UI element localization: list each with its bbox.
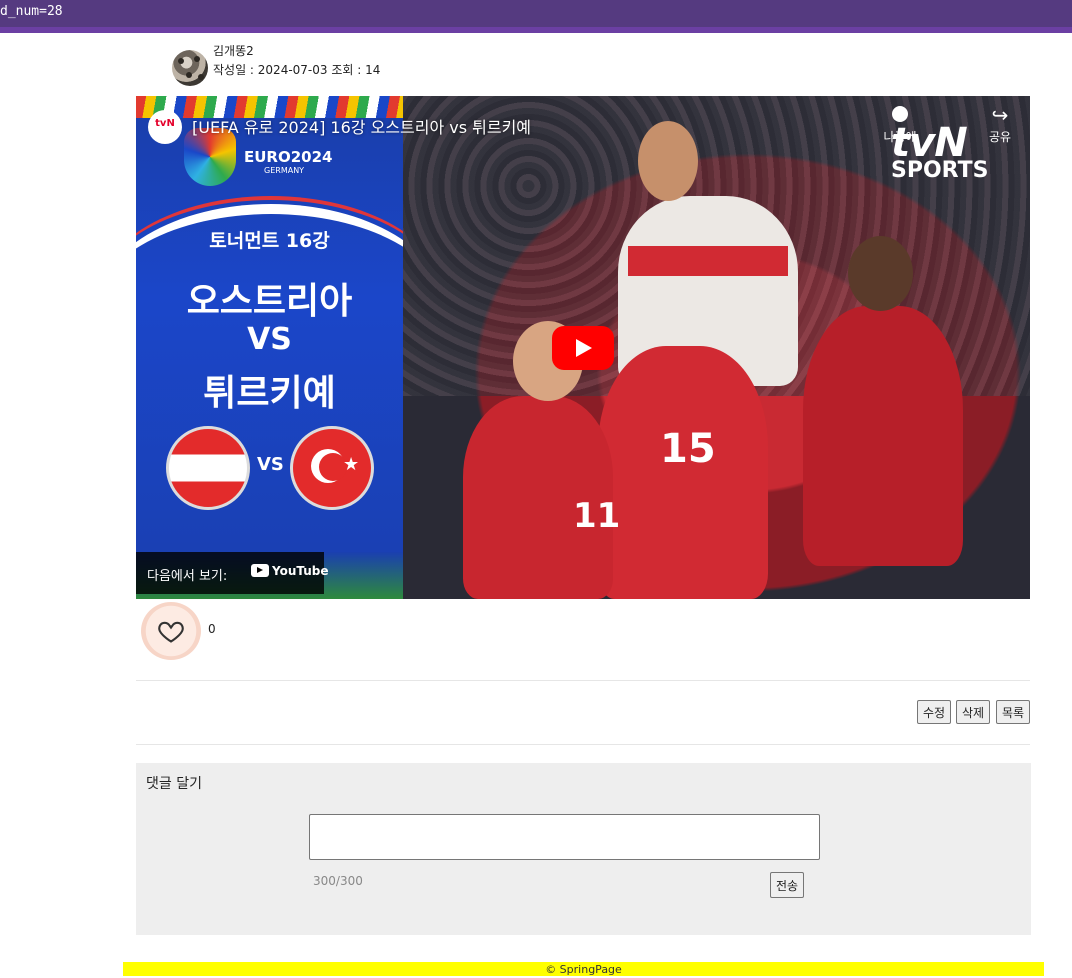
share-icon: ↪ bbox=[991, 103, 1009, 127]
austria-flag-icon bbox=[166, 426, 250, 510]
url-fragment: d_num=28 bbox=[0, 4, 63, 19]
jersey-number: 11 bbox=[573, 496, 621, 536]
comment-textarea[interactable] bbox=[309, 814, 820, 860]
send-button[interactable]: 전송 bbox=[770, 872, 805, 898]
divider bbox=[136, 680, 1030, 681]
video-title[interactable]: [UEFA 유로 2024] 16강 오스트리아 vs 튀르키예 bbox=[192, 114, 531, 138]
channel-avatar[interactable]: tvN bbox=[148, 110, 182, 144]
topbar-border bbox=[0, 27, 1072, 33]
youtube-embed[interactable]: EURO2024 GERMANY 토너먼트 16강 오스트리아 VS 튀르키예 … bbox=[136, 96, 1030, 599]
euro-logo-text: EURO2024 bbox=[244, 148, 333, 166]
play-icon bbox=[576, 339, 592, 357]
flag-vs: VS bbox=[257, 454, 284, 475]
watch-later-label: 나중에 bbox=[883, 130, 917, 144]
like-count: 0 bbox=[208, 622, 216, 636]
youtube-icon bbox=[251, 564, 269, 577]
heart-icon bbox=[158, 621, 184, 643]
post-meta: 작성일 : 2024-07-03 조회 : 14 bbox=[213, 63, 381, 77]
thumb-team1: 오스트리아 bbox=[186, 281, 353, 322]
euro-logo-sub: GERMANY bbox=[264, 166, 305, 175]
thumb-round: 토너먼트 16강 bbox=[209, 230, 330, 252]
watch-on-label: 다음에서 보기: bbox=[147, 569, 228, 584]
comment-title: 댓글 달기 bbox=[146, 776, 202, 792]
footer: © SpringPage bbox=[123, 962, 1044, 976]
char-counter: 300/300 bbox=[313, 874, 363, 888]
share-button[interactable]: ↪ 공유 bbox=[976, 103, 1024, 145]
edit-button[interactable]: 수정 bbox=[917, 700, 952, 724]
youtube-wordmark: YouTube bbox=[272, 564, 329, 578]
tvn-sports-logo: SPORTS bbox=[891, 158, 989, 183]
channel-badge: tvN bbox=[155, 118, 175, 129]
watch-later-button[interactable]: 나중에 bbox=[876, 106, 924, 145]
clock-icon bbox=[892, 106, 908, 122]
like-button[interactable] bbox=[141, 602, 201, 660]
divider bbox=[136, 744, 1030, 745]
play-button[interactable] bbox=[552, 326, 614, 370]
author-name: 김개똥2 bbox=[213, 44, 254, 58]
turkey-flag-icon: ★ bbox=[290, 426, 374, 510]
list-button[interactable]: 목록 bbox=[996, 700, 1031, 724]
watch-on-youtube[interactable]: 다음에서 보기: YouTube bbox=[136, 552, 329, 594]
avatar bbox=[172, 50, 208, 86]
thumbnail-left-panel: EURO2024 GERMANY 토너먼트 16강 오스트리아 VS 튀르키예 … bbox=[136, 96, 446, 599]
comment-section: 댓글 달기 300/300 전송 bbox=[136, 763, 1031, 935]
jersey-number: 15 bbox=[660, 426, 716, 472]
thumb-vs: VS bbox=[247, 322, 292, 357]
delete-button[interactable]: 삭제 bbox=[956, 700, 991, 724]
browser-topbar: d_num=28 bbox=[0, 0, 1072, 27]
share-label: 공유 bbox=[988, 130, 1012, 144]
thumb-team2: 튀르키예 bbox=[203, 373, 336, 414]
